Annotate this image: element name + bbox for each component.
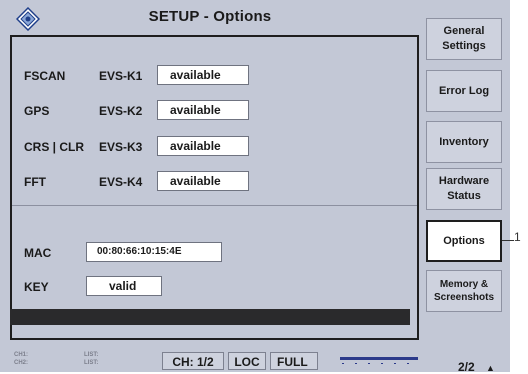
- divider: [12, 205, 417, 206]
- callout-line: [502, 240, 514, 241]
- option-status-crs-clr: available: [157, 136, 249, 156]
- channel-indicator: CH: 1/2: [162, 352, 224, 370]
- menu-label-line2: Status: [447, 190, 481, 202]
- option-label-crs-clr: CRS | CLR: [24, 140, 85, 154]
- menu-label-line1: Inventory: [439, 135, 489, 148]
- menu-label-line1: Options: [443, 234, 485, 247]
- callout-number: 1: [514, 230, 521, 244]
- menu-label-line1: Error Log: [438, 84, 490, 97]
- key-status-field: valid: [86, 276, 162, 296]
- option-code-fft: EVS-K4: [99, 175, 143, 189]
- ch1-label: CH1:: [14, 352, 29, 358]
- option-label-fscan: FSCAN: [24, 69, 66, 83]
- screen: SETUP - Options FSCAN EVS-K1 available G…: [0, 0, 510, 374]
- option-label-gps: GPS: [24, 104, 50, 118]
- option-status-fft: available: [157, 171, 249, 191]
- menu-memory-screenshots[interactable]: Memory & Screenshots: [426, 270, 502, 312]
- level-meter: [340, 357, 418, 360]
- key-label: KEY: [24, 280, 49, 294]
- level-meter-ticks: [342, 363, 418, 364]
- menu-label-line1: Hardware: [438, 175, 490, 187]
- menu-error-log[interactable]: Error Log: [426, 70, 502, 112]
- option-status-fscan: available: [157, 65, 249, 85]
- page-title: SETUP - Options: [148, 8, 272, 25]
- option-label-fft: FFT: [24, 175, 46, 189]
- option-code-gps: EVS-K2: [99, 104, 143, 118]
- menu-label-line1: General: [443, 25, 485, 37]
- menu-inventory[interactable]: Inventory: [426, 121, 502, 163]
- list2-label: LIST:: [84, 360, 99, 366]
- menu-label-line1: Memory &: [439, 279, 489, 290]
- menu-label-line2: Screenshots: [433, 292, 495, 303]
- option-code-fscan: EVS-K1: [99, 69, 143, 83]
- message-bar: [10, 309, 410, 325]
- option-code-crs-clr: EVS-K3: [99, 140, 143, 154]
- full-indicator: FULL: [270, 352, 318, 370]
- ch2-label: CH2:: [14, 360, 29, 366]
- menu-hardware-status[interactable]: Hardware Status: [426, 168, 502, 210]
- local-indicator: LOC: [228, 352, 266, 370]
- list1-label: LIST:: [84, 352, 99, 358]
- menu-label-line2: Settings: [442, 40, 486, 52]
- options-panel: FSCAN EVS-K1 available GPS EVS-K2 availa…: [10, 35, 419, 340]
- mac-address-field: 00:80:66:10:15:4E: [86, 242, 222, 262]
- mac-label: MAC: [24, 246, 52, 260]
- option-status-gps: available: [157, 100, 249, 120]
- menu-options[interactable]: Options: [426, 220, 502, 262]
- menu-general-settings[interactable]: General Settings: [426, 18, 502, 60]
